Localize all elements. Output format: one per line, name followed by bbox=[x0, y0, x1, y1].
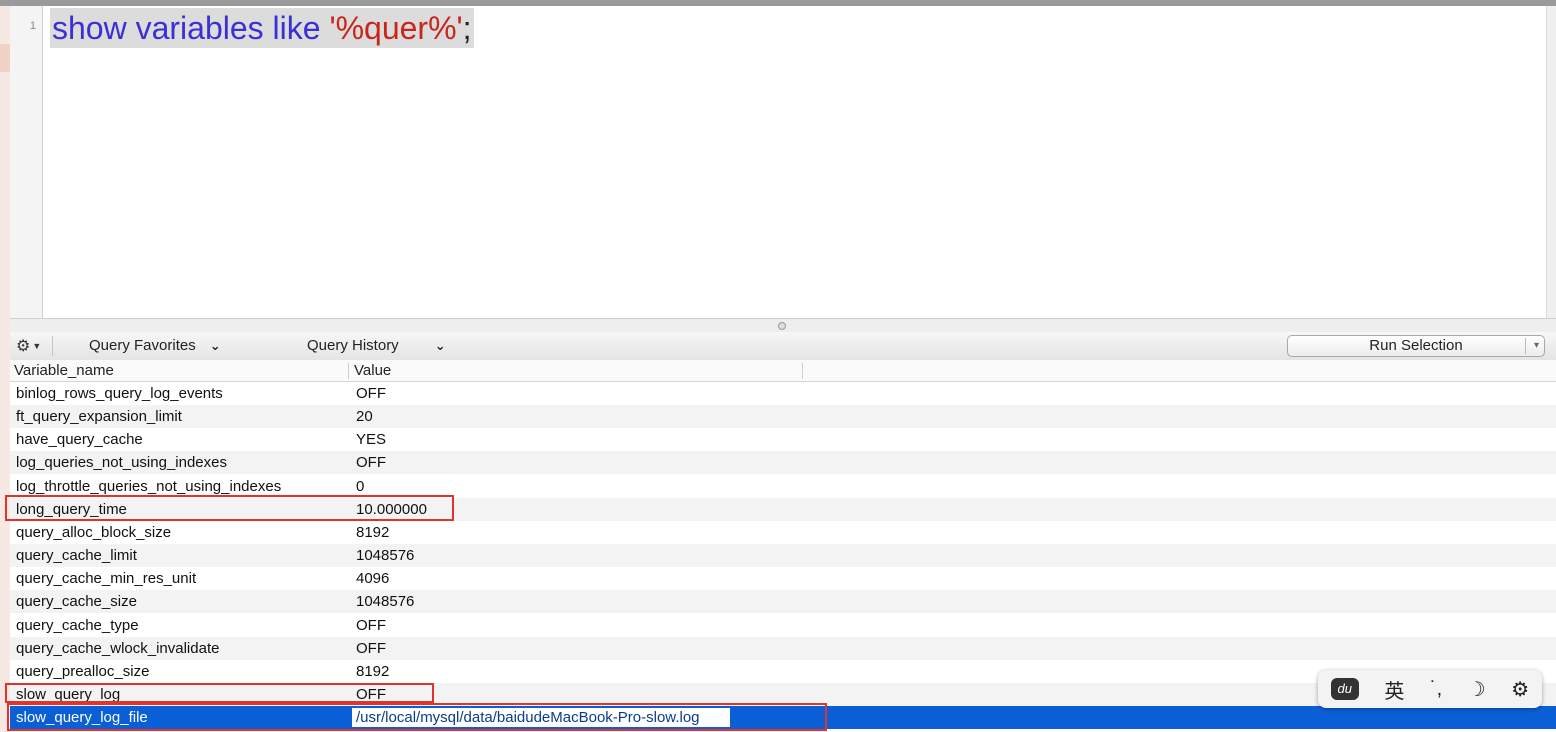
cell-variable-name: have_query_cache bbox=[16, 431, 143, 449]
ime-language-toggle[interactable]: 英 bbox=[1384, 675, 1404, 704]
baidu-ime-logo[interactable]: du bbox=[1330, 678, 1359, 700]
cell-value: 20 bbox=[356, 408, 373, 426]
cell-variable-name: query_cache_min_res_unit bbox=[16, 570, 197, 588]
chevron-down-icon: ⌄ bbox=[434, 338, 446, 353]
editor-scrollbar[interactable] bbox=[1546, 6, 1556, 318]
chevron-down-icon: ⌄ bbox=[209, 338, 221, 353]
table-row[interactable]: log_queries_not_using_indexes OFF bbox=[10, 451, 1556, 475]
cell-variable-name: query_cache_limit bbox=[16, 547, 137, 565]
gear-icon[interactable]: ⚙ bbox=[1511, 677, 1529, 702]
cell-variable-name: query_alloc_block_size bbox=[16, 523, 172, 541]
query-favorites-menu[interactable]: Query Favorites ⌄ bbox=[89, 336, 221, 356]
cell-variable-name: slow_query_log_file bbox=[16, 709, 148, 727]
ime-punctuation-toggle[interactable]: ˙, bbox=[1430, 678, 1442, 701]
toolbar-divider bbox=[52, 336, 53, 356]
column-header-value[interactable]: Value bbox=[354, 362, 391, 379]
cell-value: 1048576 bbox=[356, 547, 415, 565]
button-split-divider bbox=[1525, 338, 1526, 354]
cell-value: OFF bbox=[356, 685, 386, 703]
cell-value: OFF bbox=[356, 454, 386, 472]
cell-value: 10.000000 bbox=[356, 500, 427, 518]
cell-variable-name: long_query_time bbox=[16, 500, 127, 518]
cell-value: OFF bbox=[356, 385, 386, 402]
table-row[interactable]: query_cache_limit 1048576 bbox=[10, 544, 1556, 568]
table-row[interactable]: ft_query_expansion_limit 20 bbox=[10, 405, 1556, 429]
gear-icon: ⚙ bbox=[16, 338, 31, 355]
cell-variable-name: query_cache_type bbox=[16, 616, 139, 634]
code-line-1[interactable]: show variables like '%quer%'; bbox=[50, 8, 474, 48]
cell-variable-name: log_queries_not_using_indexes bbox=[16, 454, 227, 472]
table-header: Variable_name Value bbox=[10, 360, 1556, 382]
table-row[interactable]: log_throttle_queries_not_using_indexes 0 bbox=[10, 474, 1556, 498]
line-number-gutter: 1 bbox=[10, 6, 43, 318]
splitter-grip-icon[interactable] bbox=[778, 322, 786, 330]
cell-value: YES bbox=[356, 431, 387, 449]
column-header-variable-name[interactable]: Variable_name bbox=[14, 362, 114, 379]
cell-value: 8192 bbox=[356, 662, 390, 680]
run-selection-label: Run Selection bbox=[1369, 337, 1463, 354]
table-row[interactable]: query_cache_size 1048576 bbox=[10, 590, 1556, 614]
cell-value: 4096 bbox=[356, 570, 390, 588]
query-toolbar: ⚙ ▼ Query Favorites ⌄ Query History ⌄ Run S… bbox=[10, 332, 1556, 361]
cell-value: OFF bbox=[356, 639, 386, 657]
column-divider[interactable] bbox=[348, 363, 349, 379]
column-divider[interactable] bbox=[802, 363, 803, 379]
cell-variable-name: slow_query_log bbox=[16, 685, 121, 703]
table-row[interactable]: query_cache_min_res_unit 4096 bbox=[10, 567, 1556, 591]
cell-value: 8192 bbox=[356, 523, 390, 541]
caret-down-icon: ▼ bbox=[32, 341, 42, 351]
cell-variable-name: binlog_rows_query_log_events bbox=[16, 385, 223, 402]
sql-keyword: show variables like bbox=[52, 10, 321, 46]
table-row[interactable]: long_query_time 10.000000 bbox=[10, 497, 1556, 521]
query-editor[interactable]: 1 show variables like '%quer%'; bbox=[10, 6, 1546, 318]
dropdown-arrow-icon[interactable]: ▾ bbox=[1534, 336, 1539, 356]
table-row[interactable]: query_cache_wlock_invalidate OFF bbox=[10, 636, 1556, 660]
sql-terminator: ; bbox=[462, 10, 472, 46]
cell-value[interactable]: /usr/local/mysql/data/baidudeMacBook-Pro… bbox=[352, 708, 730, 728]
cell-variable-name: ft_query_expansion_limit bbox=[16, 408, 182, 426]
cell-value: OFF bbox=[356, 616, 386, 634]
table-row[interactable]: query_alloc_block_size 8192 bbox=[10, 520, 1556, 544]
table-row[interactable]: slow_query_log_file/usr/local/mysql/data… bbox=[10, 706, 1556, 730]
cell-variable-name: query_cache_size bbox=[16, 593, 137, 611]
table-row[interactable]: query_cache_type OFF bbox=[10, 613, 1556, 637]
cell-variable-name: log_throttle_queries_not_using_indexes bbox=[16, 477, 282, 495]
query-history-menu[interactable]: Query History ⌄ bbox=[307, 336, 446, 356]
moon-icon[interactable]: ☽ bbox=[1468, 677, 1486, 702]
cell-value: 1048576 bbox=[356, 593, 415, 611]
line-number: 1 bbox=[29, 20, 36, 32]
query-history-label: Query History bbox=[307, 337, 399, 354]
cell-variable-name: query_prealloc_size bbox=[16, 662, 150, 680]
sql-string: '%quer%' bbox=[329, 10, 463, 46]
gear-menu-button[interactable]: ⚙ ▼ bbox=[16, 336, 41, 356]
table-row[interactable]: binlog_rows_query_log_events OFF bbox=[10, 382, 1556, 405]
gutter-marker bbox=[0, 44, 10, 72]
left-gutter bbox=[0, 6, 10, 732]
cell-variable-name: query_cache_wlock_invalidate bbox=[16, 639, 220, 657]
run-selection-button[interactable]: Run Selection ▾ bbox=[1287, 335, 1545, 357]
ime-toolbar: du 英 ˙, ☽ ⚙ bbox=[1318, 670, 1542, 708]
cell-value: 0 bbox=[356, 477, 365, 495]
query-favorites-label: Query Favorites bbox=[89, 337, 196, 354]
table-row[interactable]: have_query_cache YES bbox=[10, 428, 1556, 452]
